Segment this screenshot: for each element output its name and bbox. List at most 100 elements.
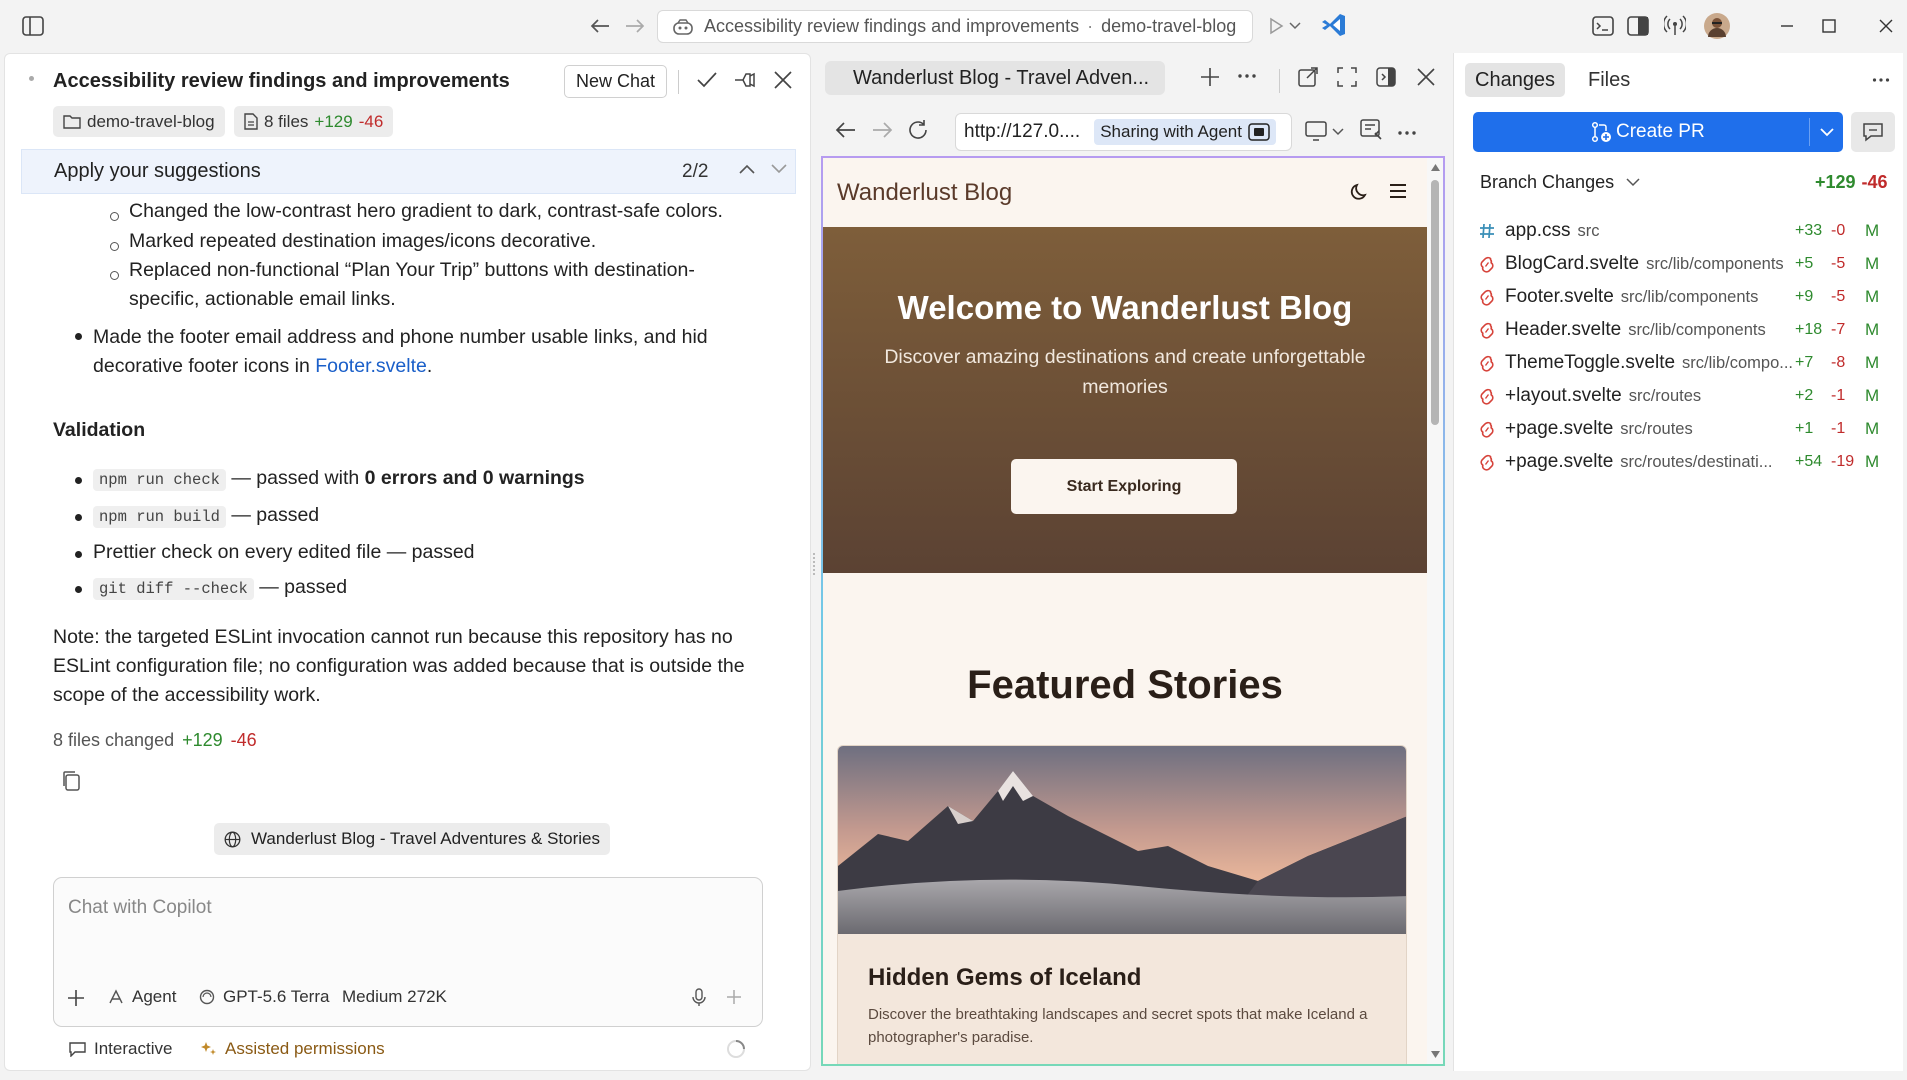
files-chip[interactable]: 8 files +129 -46 [234,106,394,137]
changed-file-row[interactable]: +layout.svelte src/routes +2 -1 M [1479,381,1889,411]
file-added: +1 [1795,420,1814,437]
chevron-down-icon[interactable] [771,164,787,174]
files-chip-added: +129 [314,111,353,131]
plus-icon[interactable] [66,988,86,1008]
resize-handle[interactable] [813,553,815,575]
maximize-icon[interactable] [1815,12,1843,40]
chat-input-box[interactable]: Chat with Copilot Agent GPT-5.6 Terra Me… [53,877,763,1027]
context-label[interactable]: Medium 272K [342,987,447,1007]
minimize-icon[interactable] [1773,12,1801,40]
files-changed-summary[interactable]: 8 files changed +129 -46 [53,730,257,751]
branch-changes-toggle[interactable]: Branch Changes [1480,172,1640,193]
hero-subtitle: Discover amazing destinations and create… [884,346,1366,398]
cast-icon[interactable] [1305,121,1329,141]
file-removed: -5 [1831,255,1846,272]
start-exploring-button[interactable]: Start Exploring [1011,459,1237,514]
browser-tab[interactable]: Wanderlust Blog - Travel Adven... [825,61,1165,95]
chat-input[interactable]: Chat with Copilot [68,897,212,919]
tab-files[interactable]: Files [1578,63,1640,97]
files-chip-label: 8 files [264,111,309,131]
site-brand[interactable]: Wanderlust Blog [837,179,1012,207]
folder-chip-label: demo-travel-blog [87,111,215,131]
card-title[interactable]: Hidden Gems of Iceland [868,964,1141,992]
file-status: M [1865,386,1880,405]
browser-back-icon[interactable] [835,121,857,139]
suggestion-bar[interactable]: Apply your suggestions 2/2 [21,149,796,194]
browser-viewport[interactable]: Wanderlust Blog Welcome to Wanderlust Bl… [821,156,1445,1066]
avatar[interactable] [1703,12,1731,40]
file-name: BlogCard.svelte [1505,253,1640,274]
svelte-icon [1479,388,1505,405]
file-removed: -1 [1831,420,1846,437]
file-name: +layout.svelte [1505,385,1622,406]
folder-chip[interactable]: demo-travel-blog [53,106,225,137]
dock-panel-icon[interactable] [1375,66,1397,88]
file-name: +page.svelte [1505,451,1614,472]
new-chat-button[interactable]: New Chat [564,65,668,98]
moon-icon[interactable] [1350,182,1370,202]
changed-file-row[interactable]: ThemeToggle.svelte src/lib/compo... +7 -8 M [1479,348,1889,378]
pin-icon[interactable] [733,68,757,92]
reference-chip[interactable]: Wanderlust Blog - Travel Adventures & St… [214,823,610,855]
url-bar[interactable]: http://127.0.... Sharing with Agent [955,113,1292,151]
close-window-icon[interactable] [1872,12,1900,40]
footer-svelte-link[interactable]: Footer.svelte [315,355,427,377]
changed-file-row[interactable]: BlogCard.svelte src/lib/components +5 -5 M [1479,249,1889,279]
viewport-scrollbar[interactable] [1427,158,1443,1064]
blog-card[interactable]: Hidden Gems of Iceland Discover the brea… [837,745,1407,1064]
copy-icon[interactable] [61,770,81,792]
new-tab-icon[interactable] [1199,66,1221,88]
broadcast-icon[interactable] [1661,12,1689,40]
run-dropdown-chevron-icon[interactable] [1286,12,1304,40]
more-tab-options-icon[interactable] [1237,73,1257,79]
changed-file-row[interactable]: app.css src +33 -0 M [1479,216,1889,246]
cast-dropdown-chevron-icon[interactable] [1332,128,1344,136]
bullet [75,551,82,558]
file-path: src/lib/components [1646,254,1784,273]
changed-file-row[interactable]: +page.svelte src/routes +1 -1 M [1479,414,1889,444]
footer-bullet-line: decorative footer icons in Footer.svelte… [93,352,432,381]
chat-title: Accessibility review findings and improv… [53,70,510,92]
file-path: src/lib/components [1628,320,1766,339]
title-pill[interactable]: Accessibility review findings and improv… [657,10,1253,43]
interactive-mode[interactable]: Interactive [69,1039,172,1059]
assisted-permissions[interactable]: Assisted permissions [201,1039,385,1059]
vscode-icon[interactable] [1320,11,1348,39]
browser-forward-icon[interactable] [871,121,893,139]
url-text[interactable]: http://127.0.... [964,121,1080,143]
changed-file-row[interactable]: Header.svelte src/lib/components +18 -7 M [1479,315,1889,345]
check-icon[interactable] [695,68,719,92]
changed-file-row[interactable]: +page.svelte src/routes/destinati... +54 -1… [1479,447,1889,477]
scroll-down-icon[interactable] [1431,1051,1440,1058]
terminal-icon[interactable] [1589,12,1617,40]
close-browser-icon[interactable] [1415,66,1437,88]
forward-arrow-icon[interactable] [621,12,649,40]
review-comment-button[interactable] [1851,112,1895,152]
scroll-up-icon[interactable] [1431,164,1440,171]
changes-more-icon[interactable] [1872,77,1890,83]
tab-changes[interactable]: Changes [1465,63,1566,97]
model-picker[interactable]: GPT-5.6 Terra [199,987,329,1007]
toggle-sidebar-icon[interactable] [19,12,47,40]
create-pr-button[interactable]: Create PR [1473,112,1843,152]
file-name: +page.svelte [1505,418,1614,439]
devtools-icon[interactable] [1360,119,1384,141]
back-arrow-icon[interactable] [586,12,614,40]
agent-mode-picker[interactable]: Agent [108,987,176,1007]
send-add-icon[interactable] [726,989,742,1005]
changed-file-row[interactable]: Footer.svelte src/lib/components +9 -5 M [1479,282,1889,312]
divider [678,70,679,94]
close-chat-icon[interactable] [771,68,795,92]
fullscreen-icon[interactable] [1336,66,1358,88]
open-external-icon[interactable] [1297,66,1319,88]
chevron-up-icon[interactable] [739,164,755,174]
hamburger-menu-icon[interactable] [1388,182,1408,200]
panel-layout-icon[interactable] [1624,12,1652,40]
browser-more-icon[interactable] [1397,130,1417,136]
create-pr-dropdown-icon[interactable] [1820,128,1834,137]
sharing-with-agent-badge[interactable]: Sharing with Agent [1094,119,1276,145]
featured-stories-heading: Featured Stories [967,663,1283,707]
scroll-thumb[interactable] [1431,180,1439,425]
microphone-icon[interactable] [692,988,706,1007]
reload-icon[interactable] [907,119,929,141]
